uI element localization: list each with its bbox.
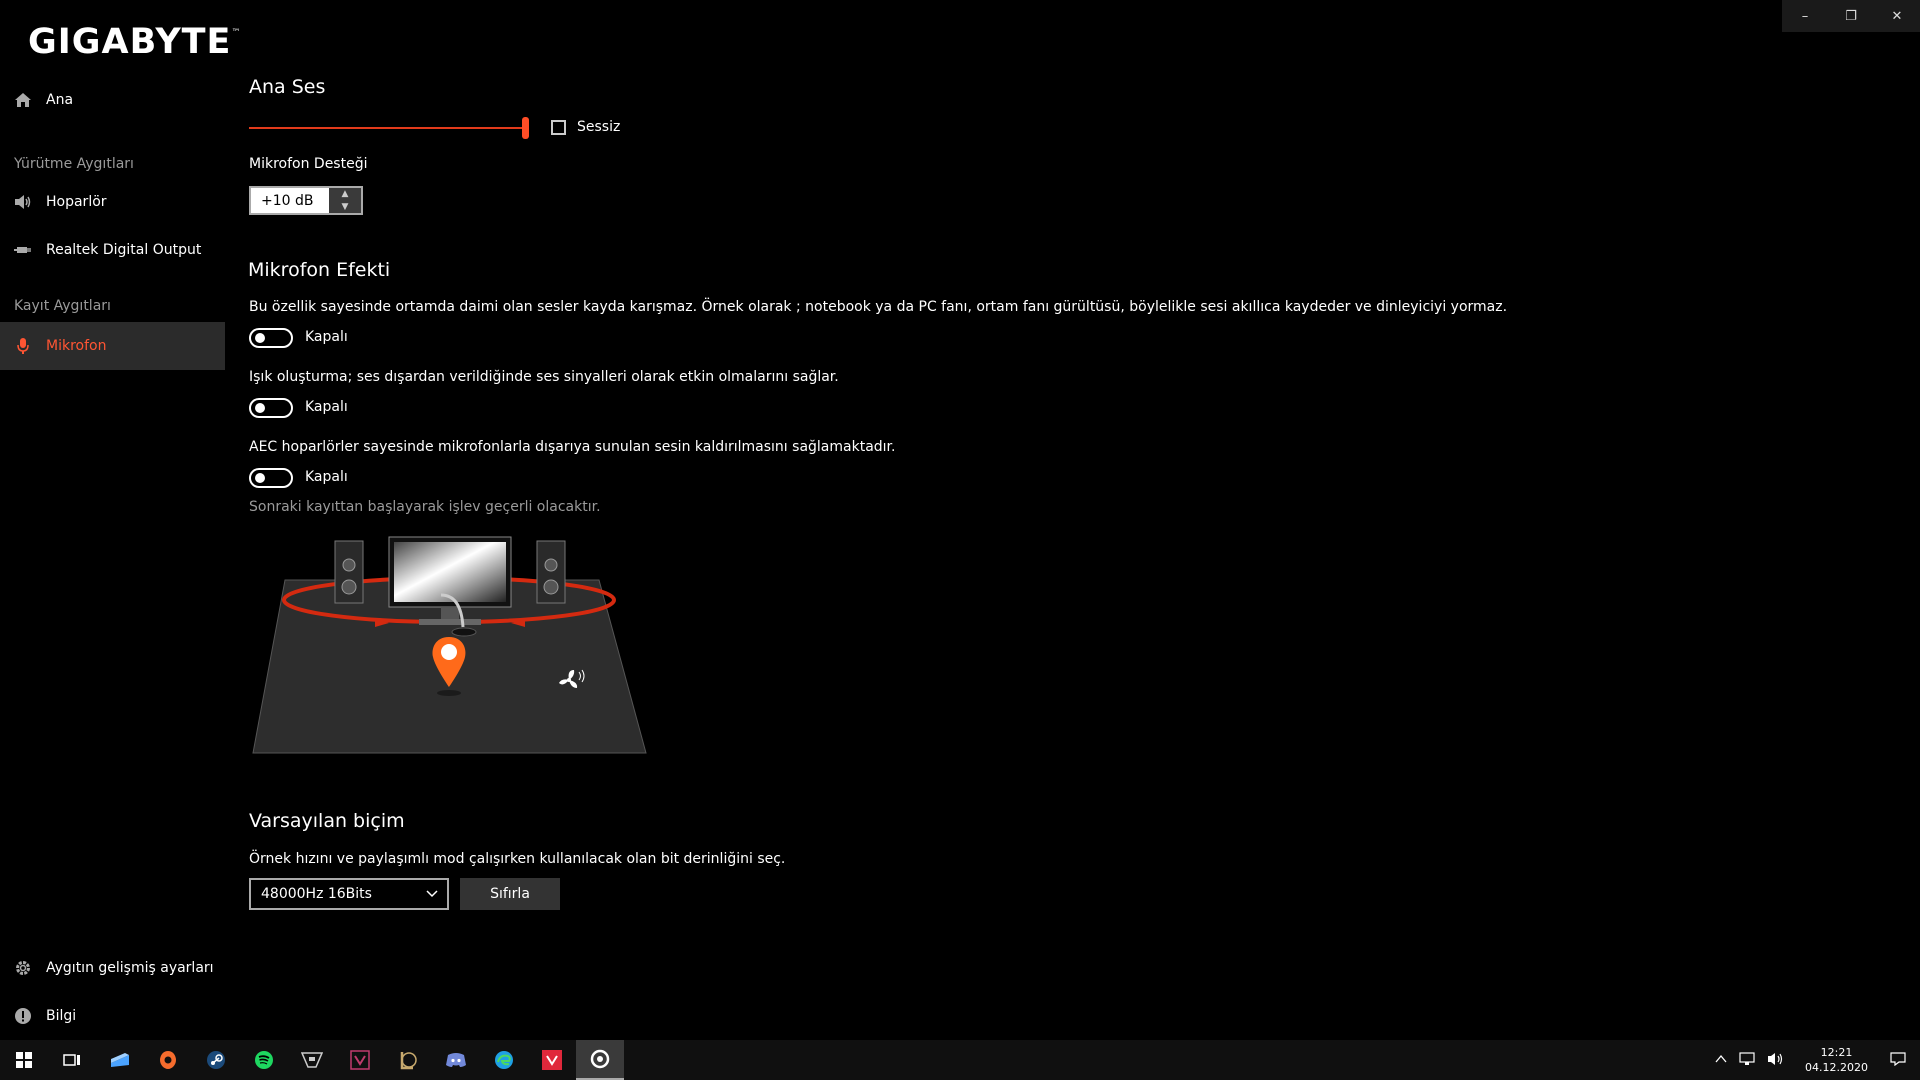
discord-icon[interactable] [432,1040,480,1080]
effect-description: Bu özellik sayesinde ortamda daimi olan … [249,299,1508,315]
effect-note: Sonraki kayıttan başlayarak işlev geçerl… [249,499,601,515]
logo-text: GIGABYTE [28,22,232,62]
effect-description: AEC hoparlörler sayesinde mikrofonlarla … [249,439,896,455]
notification-icon[interactable] [1890,1051,1906,1069]
info-icon [14,1007,32,1025]
sidebar-item-label: Bilgi [46,1008,77,1024]
record-group-heading: Kayıt Aygıtları [14,298,111,314]
speaker-icon [14,193,32,211]
clock-time: 12:21 [1820,1046,1853,1059]
taskbar: 12:21 04.12.2020 [0,1040,1920,1080]
reset-button[interactable]: Sıfırla [460,878,560,910]
sidebar-item-advanced-settings[interactable]: Aygıtın gelişmiş ayarları [0,944,225,992]
valorant-icon[interactable] [336,1040,384,1080]
right-speaker-icon [536,540,566,604]
chevron-up-icon[interactable]: ▲ [329,188,361,201]
chevron-down-icon [425,886,439,904]
gigabyte-audio-icon[interactable] [576,1040,624,1080]
sidebar-item-label: Aygıtın gelişmiş ayarları [46,960,214,976]
sidebar-item-label: Hoparlör [46,194,107,210]
left-speaker-icon [334,540,364,604]
riot-icon[interactable] [528,1040,576,1080]
sidebar-item-label: Realtek Digital Output [46,242,202,258]
main-volume-slider-track[interactable] [249,127,524,129]
mic-effect-illustration [252,536,647,754]
sidebar: Ana Yürütme Aygıtları Hoparlör Realtek D… [0,76,225,370]
system-tray: 12:21 04.12.2020 [1709,1040,1920,1080]
origin-icon[interactable] [144,1040,192,1080]
effect-toggle-aec[interactable] [249,468,293,488]
microphone-icon [14,337,32,355]
mute-checkbox[interactable] [551,120,566,135]
window-controls: – ❐ ✕ [1782,0,1920,32]
effect-state: Kapalı [305,399,348,415]
default-format-title: Varsayılan biçim [249,810,405,832]
sidebar-item-label: Mikrofon [46,338,107,354]
clock-date: 04.12.2020 [1805,1061,1868,1074]
file-explorer-icon[interactable] [96,1040,144,1080]
edge-icon[interactable] [480,1040,528,1080]
mic-boost-stepper[interactable]: +10 dB ▲ ▼ [249,186,363,215]
main-volume-title: Ana Ses [249,76,326,98]
sidebar-item-digital-output[interactable]: Realtek Digital Output [0,226,225,274]
chevron-down-icon[interactable]: ▼ [329,201,361,214]
main-volume-slider-thumb[interactable] [522,117,529,139]
volume-icon[interactable] [1767,1052,1785,1069]
effect-state: Kapalı [305,329,348,345]
sidebar-item-home[interactable]: Ana [0,76,225,124]
effect-description: Işık oluşturma; ses dışardan verildiğind… [249,369,839,385]
default-format-description: Örnek hızını ve paylaşımlı mod çalışırke… [249,851,786,867]
home-icon [14,91,32,109]
chevron-up-icon[interactable] [1715,1054,1727,1067]
sample-rate-value: 48000Hz 16Bits [261,886,372,902]
gta-icon[interactable] [288,1040,336,1080]
sidebar-item-speaker[interactable]: Hoparlör [0,178,225,226]
spotify-icon[interactable] [240,1040,288,1080]
maximize-button[interactable]: ❐ [1828,0,1874,32]
minimize-button[interactable]: – [1782,0,1828,32]
sample-rate-select[interactable]: 48000Hz 16Bits [249,878,449,910]
mic-boost-label: Mikrofon Desteği [249,156,368,172]
digital-output-icon [14,241,32,259]
sidebar-bottom: Aygıtın gelişmiş ayarları Bilgi [0,944,225,1040]
mic-boost-value[interactable]: +10 dB [251,188,329,213]
effect-state: Kapalı [305,469,348,485]
close-button[interactable]: ✕ [1874,0,1920,32]
playback-group-heading: Yürütme Aygıtları [14,156,134,172]
sidebar-item-label: Ana [46,92,74,108]
effect-toggle-noise-suppression[interactable] [249,328,293,348]
trademark: ™ [231,28,242,38]
network-icon[interactable] [1739,1051,1755,1069]
effect-toggle-beamforming[interactable] [249,398,293,418]
gigabyte-logo: GIGABYTE™ [28,22,241,62]
sidebar-item-info[interactable]: Bilgi [0,992,225,1040]
mic-effect-title: Mikrofon Efekti [248,259,391,281]
steam-icon[interactable] [192,1040,240,1080]
windows-start-icon[interactable] [0,1040,48,1080]
task-view-icon[interactable] [48,1040,96,1080]
mute-label: Sessiz [577,119,621,135]
gear-icon [14,959,32,977]
clock[interactable]: 12:21 04.12.2020 [1805,1045,1868,1075]
sidebar-item-microphone[interactable]: Mikrofon [0,322,225,370]
league-icon[interactable] [384,1040,432,1080]
